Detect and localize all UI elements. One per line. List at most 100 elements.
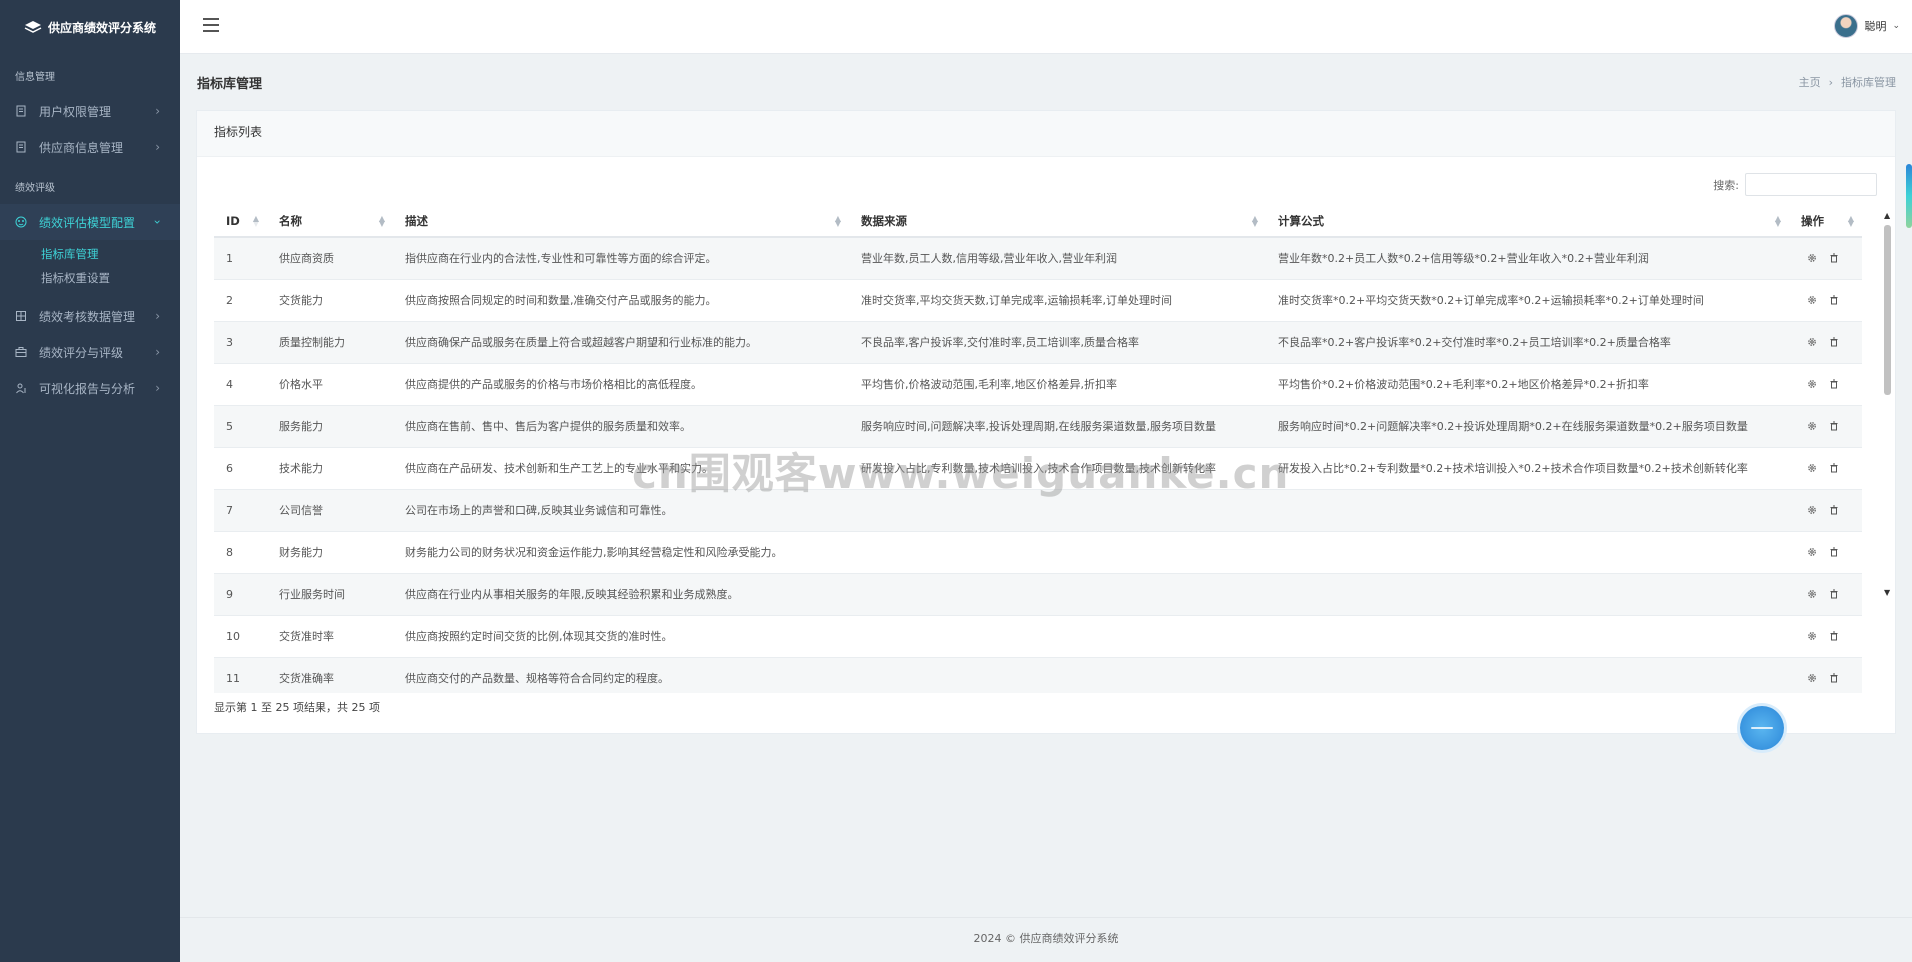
menu-section-title: 信息管理	[15, 72, 55, 83]
cell-id: 2	[214, 279, 267, 322]
floating-action-button[interactable]	[1740, 706, 1784, 750]
column-header[interactable]: 名称 ▲ ▼	[267, 205, 393, 238]
cell-formula	[1266, 531, 1789, 574]
sidebar-item[interactable]: 绩效评分与评级 ›	[0, 334, 180, 370]
gear-icon[interactable]	[1807, 505, 1817, 515]
cell-formula	[1266, 657, 1789, 693]
cell-data-source	[849, 573, 1266, 616]
gear-icon[interactable]	[1807, 589, 1817, 599]
scroll-up-icon[interactable]: ▲	[1884, 211, 1890, 220]
gear-icon[interactable]	[1807, 337, 1817, 347]
cell-formula: 营业年数*0.2+员工人数*0.2+信用等级*0.2+营业年收入*0.2+营业年…	[1266, 237, 1789, 280]
card-title: 指标列表	[197, 111, 1895, 157]
cell-actions	[1789, 489, 1862, 532]
gear-icon[interactable]	[1807, 421, 1817, 431]
cell-name: 公司信誉	[267, 489, 393, 532]
trash-icon[interactable]	[1829, 337, 1839, 347]
trash-icon[interactable]	[1829, 295, 1839, 305]
sidebar-item[interactable]: 绩效考核数据管理 ›	[0, 298, 180, 334]
submenu-item[interactable]: 指标权重设置	[0, 266, 180, 290]
row-actions	[1801, 253, 1850, 263]
avatar	[1834, 14, 1859, 38]
cell-actions	[1789, 531, 1862, 574]
cell-data-source: 不良品率,客户投诉率,交付准时率,员工培训率,质量合格率	[849, 321, 1266, 364]
layers-icon	[24, 21, 42, 33]
table-row[interactable]: 2 交货能力 供应商按照合同规定的时间和数量,准确交付产品或服务的能力。 准时交货率,…	[214, 279, 1862, 322]
gear-icon[interactable]	[1807, 631, 1817, 641]
search-input[interactable]	[1745, 173, 1877, 196]
cell-name: 供应商资质	[267, 237, 393, 280]
trash-icon[interactable]	[1829, 505, 1839, 515]
sidebar-item-label: 绩效考核数据管理	[39, 309, 136, 324]
cell-description: 供应商在行业内从事相关服务的年限,反映其经验积累和业务成熟度。	[393, 573, 849, 616]
menu-toggle-icon[interactable]	[203, 18, 219, 32]
cell-formula	[1266, 489, 1789, 532]
column-header[interactable]: 描述 ▲ ▼	[393, 205, 849, 238]
table-row[interactable]: 11 交货准确率 供应商交付的产品数量、规格等符合合同约定的程度。	[214, 657, 1862, 693]
cell-name: 服务能力	[267, 405, 393, 448]
table-row[interactable]: 10 交货准时率 供应商按照约定时间交货的比例,体现其交货的准时性。	[214, 615, 1862, 658]
cell-id: 7	[214, 489, 267, 532]
row-actions	[1801, 589, 1850, 599]
cell-id: 11	[214, 657, 267, 693]
submenu: 指标库管理 指标权重设置	[0, 240, 180, 298]
table-row[interactable]: 9 行业服务时间 供应商在行业内从事相关服务的年限,反映其经验积累和业务成熟度。	[214, 573, 1862, 616]
chevron-right-icon: ›	[155, 309, 160, 323]
page-scroll-indicator[interactable]	[1906, 164, 1912, 228]
sidebar-item-label: 绩效评分与评级	[39, 345, 124, 360]
table-row[interactable]: 3 质量控制能力 供应商确保产品或服务在质量上符合或超越客户期望和行业标准的能力。不…	[214, 321, 1862, 364]
gear-icon[interactable]	[1807, 295, 1817, 305]
chevron-right-icon: ›	[155, 345, 160, 359]
chevron-right-icon: ›	[155, 381, 160, 395]
cell-data-source: 营业年数,员工人数,信用等级,营业年收入,营业年利润	[849, 237, 1266, 280]
trash-icon[interactable]	[1829, 589, 1839, 599]
float-icon	[1751, 727, 1773, 729]
trash-icon[interactable]	[1829, 547, 1839, 557]
trash-icon[interactable]	[1829, 631, 1839, 641]
column-header-label: 名称	[279, 213, 302, 228]
app-logo[interactable]: 供应商绩效评分系统	[0, 0, 180, 54]
submenu-item[interactable]: 指标库管理	[0, 242, 180, 266]
trash-icon[interactable]	[1829, 421, 1839, 431]
trash-icon[interactable]	[1829, 673, 1839, 683]
breadcrumb-home[interactable]: 主页	[1799, 76, 1821, 89]
sidebar-item-label: 供应商信息管理	[39, 140, 124, 155]
user-menu[interactable]: 聪明 ⌄	[1834, 14, 1900, 38]
column-header[interactable]: 计算公式 ▲ ▼	[1266, 205, 1789, 238]
table-row[interactable]: 1 供应商资质 指供应商在行业内的合法性,专业性和可靠性等方面的综合评定。 营业年数,…	[214, 237, 1862, 280]
column-header[interactable]: ID ▲ ▼	[214, 205, 267, 238]
column-header[interactable]: 操作 ▲ ▼	[1789, 205, 1862, 238]
breadcrumb-current: 指标库管理	[1841, 76, 1896, 89]
trash-icon[interactable]	[1829, 253, 1839, 263]
cell-id: 8	[214, 531, 267, 574]
scroll-down-icon[interactable]: ▼	[1884, 588, 1890, 597]
scroll-thumb[interactable]	[1884, 225, 1891, 395]
row-actions	[1801, 673, 1850, 683]
trash-icon[interactable]	[1829, 379, 1839, 389]
trash-icon[interactable]	[1829, 463, 1839, 473]
table-row[interactable]: 8 财务能力 财务能力公司的财务状况和资金运作能力,影响其经营稳定性和风险承受能力。	[214, 531, 1862, 574]
column-header-label: 数据来源	[861, 213, 907, 228]
sidebar-item[interactable]: 用户权限管理 ›	[0, 93, 180, 129]
table-row[interactable]: 4 价格水平 供应商提供的产品或服务的价格与市场价格相比的高低程度。 平均售价,价格波…	[214, 363, 1862, 406]
sidebar-item[interactable]: 供应商信息管理 ›	[0, 129, 180, 165]
sort-icon: ▲ ▼	[1847, 214, 1854, 228]
gear-icon[interactable]	[1807, 463, 1817, 473]
column-header[interactable]: 数据来源 ▲ ▼	[849, 205, 1266, 238]
row-actions	[1801, 463, 1850, 473]
cell-description: 供应商按照合同规定的时间和数量,准确交付产品或服务的能力。	[393, 279, 849, 322]
gear-icon[interactable]	[1807, 379, 1817, 389]
cell-data-source	[849, 657, 1266, 693]
sidebar-item-label: 绩效评估模型配置	[39, 215, 136, 230]
gear-icon[interactable]	[1807, 673, 1817, 683]
sidebar-item[interactable]: 可视化报告与分析 ›	[0, 370, 180, 406]
sort-icon: ▲ ▼	[378, 214, 385, 228]
sidebar-item[interactable]: 绩效评估模型配置 ›	[0, 204, 180, 240]
row-actions	[1801, 337, 1850, 347]
cell-actions	[1789, 573, 1862, 616]
gear-icon[interactable]	[1807, 547, 1817, 557]
cell-id: 3	[214, 321, 267, 364]
table-scrollbar[interactable]: ▲ ▼	[1883, 211, 1893, 597]
search-row: 搜索:	[1713, 173, 1877, 196]
gear-icon[interactable]	[1807, 253, 1817, 263]
